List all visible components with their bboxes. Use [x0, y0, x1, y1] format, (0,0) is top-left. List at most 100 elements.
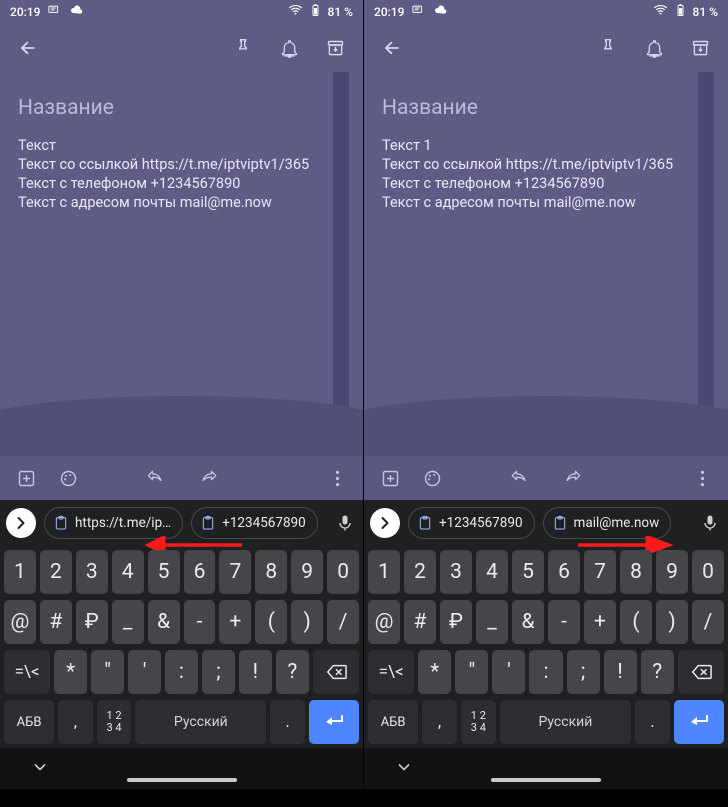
key-numpad[interactable]: 1 23 4	[97, 700, 132, 744]
key-language-toggle[interactable]: АБВ	[368, 700, 418, 744]
key-punct[interactable]: :	[165, 650, 198, 694]
key-1[interactable]: 1	[4, 550, 36, 594]
key-sym[interactable]: -	[184, 600, 216, 644]
redo-button[interactable]	[553, 458, 593, 498]
archive-button[interactable]	[680, 28, 720, 68]
key-sym[interactable]: @	[368, 600, 400, 644]
key-space[interactable]: Русский	[500, 700, 631, 744]
key-punct[interactable]: *	[54, 650, 87, 694]
note-title-field[interactable]: Название	[382, 96, 710, 120]
key-0[interactable]: 0	[327, 550, 359, 594]
key-8[interactable]: 8	[255, 550, 287, 594]
key-sym[interactable]: -	[548, 600, 580, 644]
voice-input-button[interactable]	[698, 513, 722, 533]
key-punct[interactable]: '	[128, 650, 161, 694]
key-sym[interactable]: (	[255, 600, 287, 644]
key-punct[interactable]: ?	[641, 650, 674, 694]
note-title-field[interactable]: Название	[18, 96, 345, 120]
back-button[interactable]	[372, 28, 412, 68]
key-4[interactable]: 4	[112, 550, 144, 594]
key-numpad[interactable]: 1 23 4	[461, 700, 496, 744]
key-backspace[interactable]	[313, 650, 359, 694]
key-punct[interactable]: ?	[276, 650, 309, 694]
note-body-field[interactable]: ТекстТекст со ссылкой https://t.me/iptvi…	[18, 136, 345, 212]
nav-hide-keyboard[interactable]	[30, 757, 50, 781]
key-9[interactable]: 9	[656, 550, 688, 594]
key-enter[interactable]	[309, 700, 359, 744]
key-sym[interactable]: /	[692, 600, 724, 644]
add-button[interactable]	[370, 458, 410, 498]
archive-button[interactable]	[315, 28, 355, 68]
key-9[interactable]: 9	[291, 550, 323, 594]
key-punct[interactable]: *	[418, 650, 451, 694]
expand-toolbar-button[interactable]	[6, 508, 36, 538]
key-punct[interactable]: !	[604, 650, 637, 694]
key-sym[interactable]: &	[148, 600, 180, 644]
more-button[interactable]	[682, 458, 722, 498]
key-enter[interactable]	[674, 700, 724, 744]
key-sym[interactable]: _	[112, 600, 144, 644]
key-punct[interactable]: "	[91, 650, 124, 694]
key-sym[interactable]: #	[404, 600, 436, 644]
key-symbols-toggle[interactable]: =\<	[368, 650, 414, 694]
key-punct[interactable]: :	[529, 650, 562, 694]
key-6[interactable]: 6	[184, 550, 216, 594]
nav-gesture-pill[interactable]	[127, 778, 237, 782]
pin-button[interactable]	[223, 28, 263, 68]
reminder-button[interactable]	[269, 28, 309, 68]
key-7[interactable]: 7	[219, 550, 251, 594]
expand-toolbar-button[interactable]	[370, 508, 400, 538]
key-sym[interactable]: )	[656, 600, 688, 644]
key-7[interactable]: 7	[584, 550, 616, 594]
nav-gesture-pill[interactable]	[491, 778, 601, 782]
key-sym[interactable]: (	[620, 600, 652, 644]
undo-button[interactable]	[499, 458, 539, 498]
note-editor[interactable]: Название ТекстТекст со ссылкой https://t…	[0, 72, 363, 456]
key-backspace[interactable]	[678, 650, 724, 694]
nav-hide-keyboard[interactable]	[394, 757, 414, 781]
key-space[interactable]: Русский	[135, 700, 266, 744]
key-punct[interactable]: ;	[202, 650, 235, 694]
key-sym[interactable]: +	[584, 600, 616, 644]
key-5[interactable]: 5	[148, 550, 180, 594]
clipboard-chip-1[interactable]: +1234567890	[191, 507, 318, 539]
note-editor[interactable]: Название Текст 1Текст со ссылкой https:/…	[364, 72, 728, 456]
key-sym[interactable]: )	[291, 600, 323, 644]
key-sym[interactable]: +	[219, 600, 251, 644]
redo-button[interactable]	[189, 458, 229, 498]
key-comma[interactable]: ,	[58, 700, 93, 744]
key-comma[interactable]: ,	[422, 700, 457, 744]
back-button[interactable]	[8, 28, 48, 68]
pin-button[interactable]	[588, 28, 628, 68]
key-dot[interactable]: .	[270, 700, 305, 744]
key-2[interactable]: 2	[404, 550, 436, 594]
key-sym[interactable]: ₽	[440, 600, 472, 644]
more-button[interactable]	[317, 458, 357, 498]
add-button[interactable]	[6, 458, 46, 498]
key-sym[interactable]: /	[327, 600, 359, 644]
key-sym[interactable]: @	[4, 600, 36, 644]
palette-button[interactable]	[412, 458, 452, 498]
key-punct[interactable]: "	[455, 650, 488, 694]
key-sym[interactable]: #	[40, 600, 72, 644]
clipboard-chip-0[interactable]: +1234567890	[408, 507, 535, 539]
key-sym[interactable]: &	[512, 600, 544, 644]
key-language-toggle[interactable]: АБВ	[4, 700, 54, 744]
key-symbols-toggle[interactable]: =\<	[4, 650, 50, 694]
key-1[interactable]: 1	[368, 550, 400, 594]
key-3[interactable]: 3	[76, 550, 108, 594]
voice-input-button[interactable]	[333, 513, 357, 533]
key-6[interactable]: 6	[548, 550, 580, 594]
clipboard-chip-0[interactable]: https://t.me/ip…	[44, 507, 183, 539]
undo-button[interactable]	[135, 458, 175, 498]
key-punct[interactable]: '	[492, 650, 525, 694]
key-0[interactable]: 0	[692, 550, 724, 594]
key-sym[interactable]: _	[476, 600, 508, 644]
key-3[interactable]: 3	[440, 550, 472, 594]
key-4[interactable]: 4	[476, 550, 508, 594]
key-dot[interactable]: .	[635, 700, 670, 744]
key-8[interactable]: 8	[620, 550, 652, 594]
key-punct[interactable]: !	[239, 650, 272, 694]
note-body-field[interactable]: Текст 1Текст со ссылкой https://t.me/ipt…	[382, 136, 710, 212]
clipboard-chip-1[interactable]: mail@me.now	[543, 507, 672, 539]
